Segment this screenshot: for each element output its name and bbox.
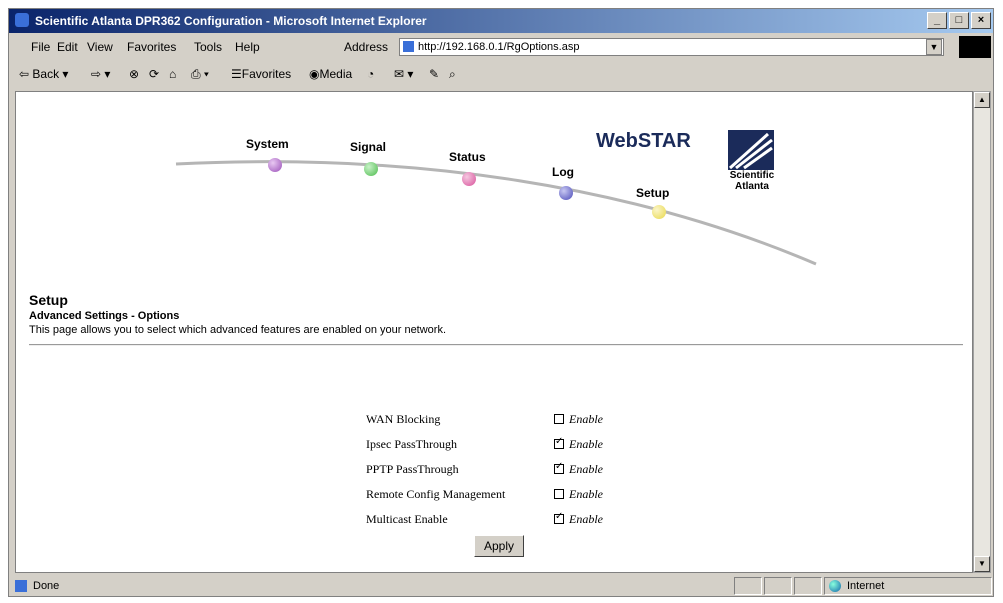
scroll-down-icon[interactable]: ▼ <box>974 556 990 572</box>
page-subtitle: Advanced Settings - Options <box>29 310 180 322</box>
status-bar: Done Internet <box>9 575 993 597</box>
ipsec-passthrough-checkbox[interactable] <box>554 436 564 449</box>
divider <box>29 344 963 346</box>
page-icon <box>403 41 414 52</box>
menu-view[interactable]: View <box>87 40 113 54</box>
windows-logo-icon <box>959 36 991 58</box>
media-label: Media <box>319 67 353 81</box>
globe-icon <box>829 580 841 592</box>
sa-line1: Scientific <box>729 170 775 181</box>
address-label: Address <box>344 40 389 54</box>
title-bar: Scientific Atlanta DPR362 Configuration … <box>9 9 993 33</box>
vertical-scrollbar[interactable]: ▲ ▼ <box>973 91 991 573</box>
home-icon[interactable]: ⌂ <box>169 67 176 81</box>
webstar-logo: WebSTAR <box>596 130 691 152</box>
back-label: Back <box>32 67 60 81</box>
browser-window: Scientific Atlanta DPR362 Configuration … <box>8 8 994 597</box>
stop-icon[interactable]: ⊗ <box>129 67 139 81</box>
scroll-up-icon[interactable]: ▲ <box>974 92 990 108</box>
ie-logo-icon <box>15 13 29 27</box>
enable-text: Enable <box>569 487 603 501</box>
media-button[interactable]: ◉Media <box>309 67 352 81</box>
menu-file[interactable]: File <box>31 40 50 54</box>
zone-text: Internet <box>847 580 885 592</box>
apply-button[interactable]: Apply <box>474 535 524 557</box>
media-icon: ◉ <box>309 67 320 81</box>
enable-text: Enable <box>569 462 603 476</box>
back-arrow-icon: ⇦ <box>19 67 33 81</box>
back-dropdown-icon: ▾ <box>59 67 69 81</box>
nav-system-label[interactable]: System <box>246 137 289 151</box>
nav-setup-dot[interactable] <box>652 205 666 219</box>
nav-log-dot[interactable] <box>559 186 573 200</box>
nav-signal-label[interactable]: Signal <box>350 140 386 154</box>
status-panel <box>764 577 792 595</box>
menu-bar: File Edit View Favorites Tools Help Addr… <box>9 34 993 60</box>
status-panel <box>794 577 822 595</box>
pptp-passthrough-checkbox[interactable] <box>554 461 564 474</box>
favorites-icon: ☰ <box>231 67 242 81</box>
window-title: Scientific Atlanta DPR362 Configuration … <box>35 14 427 28</box>
print-icon[interactable]: ⎙ ▾ <box>191 67 209 82</box>
minimize-button[interactable]: _ <box>927 12 947 29</box>
option-label: WAN Blocking <box>366 412 441 426</box>
favorites-button[interactable]: ☰Favorites <box>231 67 291 81</box>
nav-signal-dot[interactable] <box>364 162 378 176</box>
edit-icon[interactable]: ✎ <box>429 67 439 81</box>
research-icon[interactable]: ⌕ <box>449 67 456 82</box>
nav-status-label[interactable]: Status <box>449 150 486 164</box>
menu-help[interactable]: Help <box>235 40 260 54</box>
back-button[interactable]: ⇦ Back ▾ <box>19 67 68 81</box>
option-label: Multicast Enable <box>366 512 448 526</box>
page-description: This page allows you to select which adv… <box>29 324 447 336</box>
address-input[interactable]: http://192.168.0.1/RgOptions.asp <box>399 38 944 56</box>
mail-icon[interactable]: ✉ ▾ <box>394 67 413 81</box>
sa-line2: Atlanta <box>735 181 769 192</box>
enable-text: Enable <box>569 437 603 451</box>
toolbar: ⇦ Back ▾ ⇨ ▾ ⊗ ⟳ ⌂ ⎙ ▾ ☰Favorites ◉Media… <box>9 61 993 87</box>
menu-tools[interactable]: Tools <box>194 40 222 54</box>
remote-config-checkbox[interactable] <box>554 489 564 499</box>
favorites-label: Favorites <box>241 67 292 81</box>
zone-panel: Internet <box>824 577 992 595</box>
address-url: http://192.168.0.1/RgOptions.asp <box>418 41 580 53</box>
enable-text: Enable <box>569 512 603 526</box>
option-label: Remote Config Management <box>366 487 506 501</box>
status-text: Done <box>33 580 60 592</box>
page-done-icon <box>15 580 27 592</box>
refresh-icon[interactable]: ⟳ <box>149 67 159 81</box>
nav-system-dot[interactable] <box>268 158 282 172</box>
enable-text: Enable <box>569 412 603 426</box>
page-content: System Signal Status Log Setup WebSTAR S… <box>15 91 973 573</box>
nav-log-label[interactable]: Log <box>552 165 574 179</box>
address-dropdown-icon[interactable]: ▼ <box>926 39 942 55</box>
option-label: Ipsec PassThrough <box>366 437 457 451</box>
menu-favorites[interactable]: Favorites <box>127 40 176 54</box>
maximize-button[interactable]: □ <box>949 12 969 29</box>
status-panel <box>734 577 762 595</box>
multicast-checkbox[interactable] <box>554 511 564 524</box>
nav-status-dot[interactable] <box>462 172 476 186</box>
history-icon[interactable]: ◔ <box>367 67 374 81</box>
nav-arc <box>175 160 817 266</box>
sa-logo-text: Scientific Atlanta <box>722 170 782 192</box>
close-button[interactable]: × <box>971 12 991 29</box>
wan-blocking-checkbox[interactable] <box>554 414 564 424</box>
nav-setup-label[interactable]: Setup <box>636 186 669 200</box>
option-label: PPTP PassThrough <box>366 462 459 476</box>
page-title: Setup <box>29 292 68 308</box>
menu-edit[interactable]: Edit <box>57 40 78 54</box>
forward-button[interactable]: ⇨ ▾ <box>91 67 110 81</box>
